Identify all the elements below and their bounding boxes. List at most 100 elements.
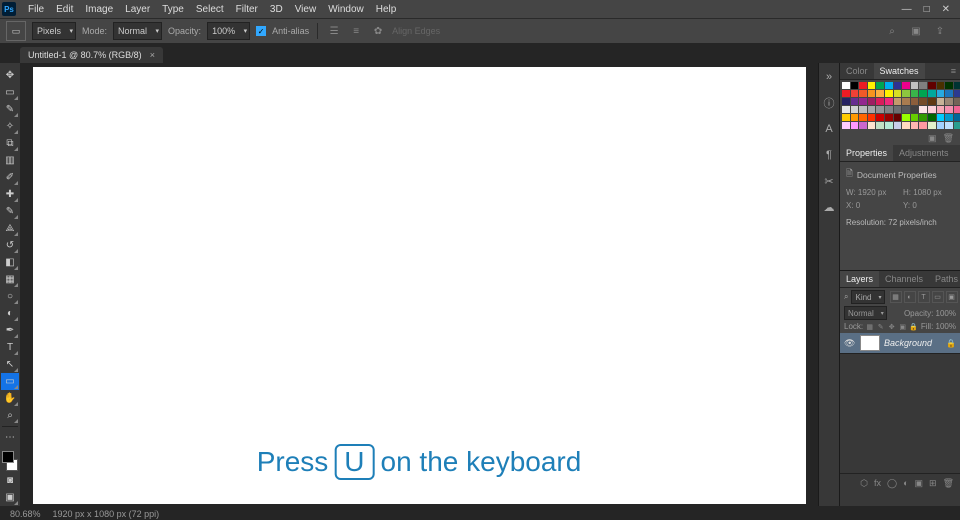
swatch[interactable] [919,98,927,105]
swatch[interactable] [937,98,945,105]
eyedropper-tool[interactable]: ✐ [1,169,19,186]
layer-mask-icon[interactable]: ◯ [887,478,897,489]
close-button[interactable]: ✕ [942,4,950,15]
settings-icon[interactable]: ✿ [370,23,386,39]
search-icon[interactable]: ⌕ [884,23,900,39]
swatch[interactable] [911,106,919,113]
workspace-icon[interactable]: ▣ [908,23,924,39]
document-canvas[interactable] [33,67,806,504]
swatch[interactable] [954,106,960,113]
character-panel-icon[interactable]: A [821,121,837,137]
swatch[interactable] [937,90,945,97]
lock-icon[interactable]: 🔒 [946,339,956,348]
quick-mask[interactable]: ◙ [1,472,19,489]
blur-tool[interactable]: ○ [1,288,19,305]
swatch[interactable] [954,98,960,105]
gradient-tool[interactable]: ▦ [1,271,19,288]
fg-bg-colors[interactable] [1,450,19,472]
stamp-tool[interactable]: ⟁ [1,220,19,237]
swatch[interactable] [894,122,902,129]
align-center-icon[interactable]: ≡ [348,23,364,39]
new-fill-icon[interactable]: ◐ [903,478,908,488]
frame-tool[interactable]: ▥ [1,152,19,169]
swatch[interactable] [928,122,936,129]
tab-adjustments[interactable]: Adjustments [893,145,955,161]
swatch[interactable] [842,90,850,97]
swatch[interactable] [894,82,902,89]
swatch[interactable] [885,82,893,89]
swatch[interactable] [842,82,850,89]
tab-swatches[interactable]: Swatches [874,63,925,79]
swatch[interactable] [902,90,910,97]
swatch[interactable] [945,114,953,121]
swatch[interactable] [902,82,910,89]
link-layers-icon[interactable]: ⬡ [860,478,868,489]
swatch[interactable] [919,122,927,129]
swatch[interactable] [928,82,936,89]
swatch[interactable] [954,122,960,129]
filter-kind-dropdown[interactable]: Kind [851,290,884,304]
swatch[interactable] [937,106,945,113]
swatch[interactable] [851,106,859,113]
swatch[interactable] [868,114,876,121]
layer-opacity-value[interactable]: 100% [936,309,956,318]
filter-shape-icon[interactable]: ▭ [932,291,944,303]
antialias-checkbox[interactable]: ✓ [256,26,266,36]
swatch[interactable] [945,82,953,89]
swatch[interactable] [937,82,945,89]
tab-color[interactable]: Color [840,63,874,79]
menu-window[interactable]: Window [322,0,370,18]
units-dropdown[interactable]: Pixels [32,22,76,40]
libraries-panel-icon[interactable]: ☁ [821,199,837,215]
swatch[interactable] [859,114,867,121]
swatch[interactable] [859,106,867,113]
swatch[interactable] [851,114,859,121]
expand-icon[interactable]: » [821,69,837,85]
swatch[interactable] [859,98,867,105]
swatch[interactable] [945,90,953,97]
swatch[interactable] [945,122,953,129]
swatch[interactable] [885,90,893,97]
menu-view[interactable]: View [289,0,323,18]
swatch[interactable] [902,122,910,129]
brush-tool[interactable]: ✎ [1,203,19,220]
path-select-tool[interactable]: ↖ [1,356,19,373]
foreground-color[interactable] [2,451,14,463]
edit-toolbar[interactable]: ⋯ [1,429,19,446]
info-panel-icon[interactable]: ⓘ [821,95,837,111]
swatch[interactable] [902,106,910,113]
swatch[interactable] [885,106,893,113]
zoom-level[interactable]: 80.68% [10,509,41,519]
hand-tool[interactable]: ✋ [1,390,19,407]
swatch[interactable] [868,106,876,113]
swatch[interactable] [859,82,867,89]
blend-mode-dropdown[interactable]: Normal [844,306,887,320]
new-group-icon[interactable]: ▣ [915,478,924,489]
swatch[interactable] [894,114,902,121]
layer-background[interactable]: 👁 Background 🔒 [840,333,960,354]
tab-channels[interactable]: Channels [879,271,929,287]
share-icon[interactable]: ⇪ [932,23,948,39]
swatch[interactable] [894,90,902,97]
swatch[interactable] [842,122,850,129]
swatch[interactable] [868,98,876,105]
swatch[interactable] [868,90,876,97]
visibility-icon[interactable]: 👁 [844,338,856,349]
eraser-tool[interactable]: ◧ [1,254,19,271]
swatch[interactable] [885,98,893,105]
swatches-menu-icon[interactable]: ≡ [947,66,960,76]
filter-search-icon[interactable]: ⌕ [844,292,848,302]
swatch[interactable] [859,122,867,129]
swatch[interactable] [859,90,867,97]
swatch[interactable] [911,122,919,129]
swatch[interactable] [868,82,876,89]
swatch[interactable] [954,82,960,89]
menu-layer[interactable]: Layer [119,0,156,18]
lock-all-icon[interactable]: 🔒 [909,322,918,331]
swatch[interactable] [894,106,902,113]
swatch[interactable] [902,98,910,105]
menu-edit[interactable]: Edit [50,0,79,18]
tab-styles[interactable]: Styles [955,145,960,161]
swatch[interactable] [876,98,884,105]
active-tool-icon[interactable]: ▭ [6,21,26,41]
